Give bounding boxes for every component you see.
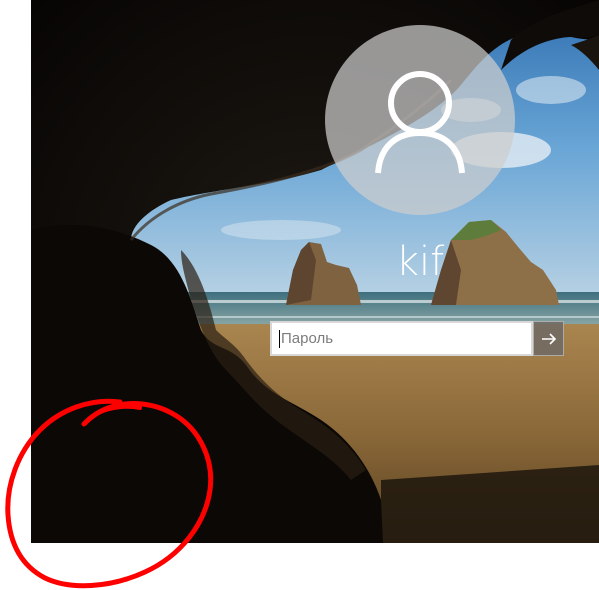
text-caret bbox=[279, 330, 280, 348]
lock-screen: kif bbox=[31, 0, 599, 543]
page: kif bbox=[0, 0, 599, 590]
arrow-right-icon bbox=[541, 332, 556, 345]
password-box[interactable] bbox=[270, 321, 533, 356]
submit-button[interactable] bbox=[533, 321, 564, 356]
user-icon bbox=[375, 71, 465, 174]
password-input[interactable] bbox=[272, 323, 527, 354]
username-label: kif bbox=[395, 239, 445, 285]
user-avatar bbox=[325, 25, 515, 215]
wallpaper-image bbox=[31, 0, 599, 543]
password-row bbox=[270, 321, 564, 356]
